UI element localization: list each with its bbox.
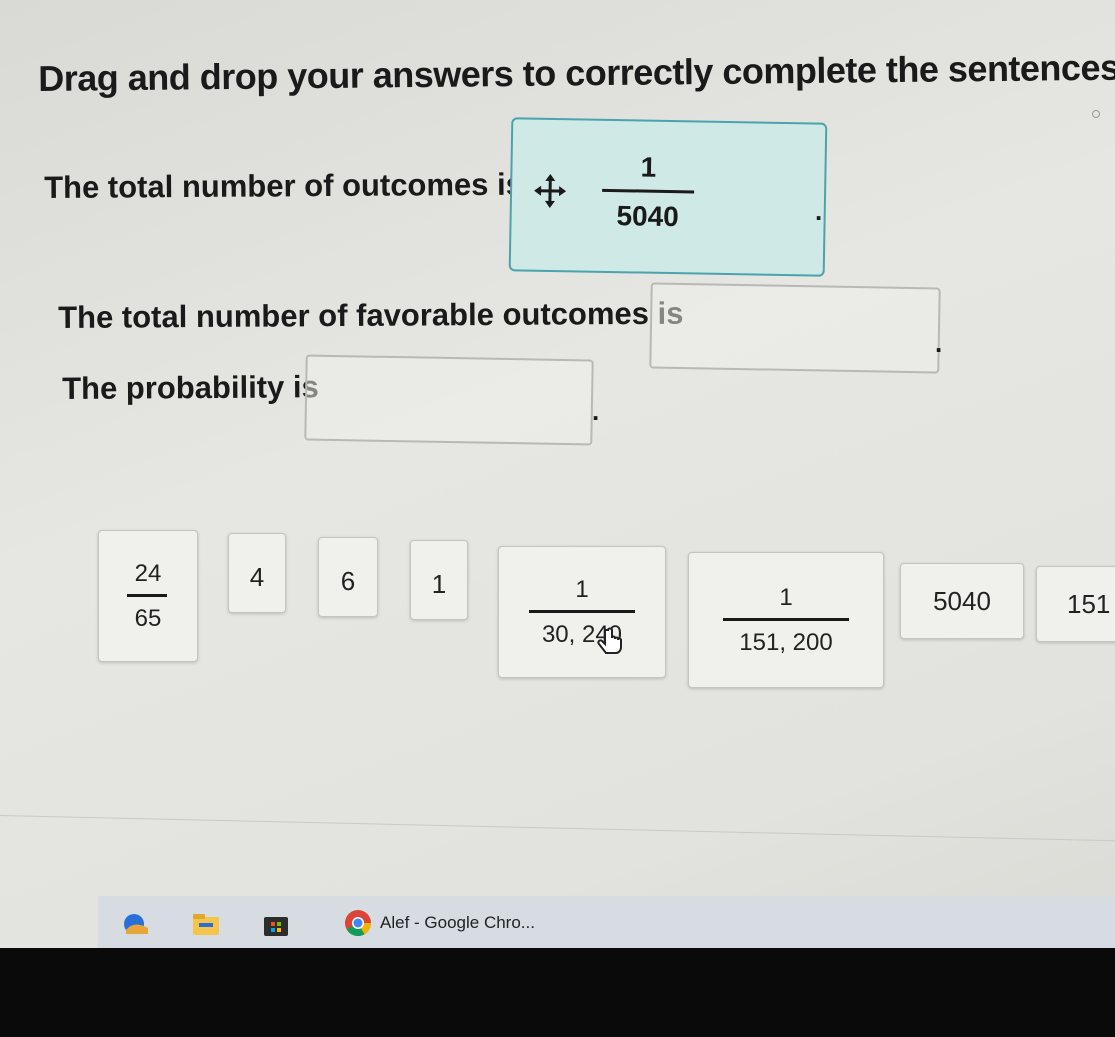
drop-zone-total-outcomes[interactable]: 1 5040 xyxy=(508,117,828,277)
answer-tile-1-151200[interactable]: 1 151, 200 xyxy=(688,552,884,688)
store-icon[interactable] xyxy=(260,908,292,940)
answer-tile-1[interactable]: 1 xyxy=(410,540,468,620)
answer-tile-4[interactable]: 4 xyxy=(228,533,286,613)
sentence-favorable-outcomes: The total number of favorable outcomes i… xyxy=(58,295,684,335)
answer-tile-6[interactable]: 6 xyxy=(318,537,378,617)
tile-numerator: 24 xyxy=(134,559,162,587)
answer-tile-1-30240[interactable]: 1 30, 240 xyxy=(498,546,666,678)
screen-bezel xyxy=(0,948,1115,1037)
chrome-icon xyxy=(345,909,372,936)
tile-denominator: 151, 200 xyxy=(739,628,833,656)
tile-fraction: 24 65 xyxy=(126,559,170,633)
answer-tile-5040[interactable]: 5040 xyxy=(900,563,1024,639)
tile-value: 4 xyxy=(249,562,265,592)
tile-value: 5040 xyxy=(933,585,991,616)
weather-icon[interactable] xyxy=(120,908,152,940)
sentence-probability: The probability is xyxy=(62,369,319,406)
tile-numerator: 1 xyxy=(575,575,589,603)
placed-numerator: 1 xyxy=(640,151,657,183)
sentence-period: . xyxy=(592,396,600,426)
instructions-heading: Drag and drop your answers to correctly … xyxy=(38,46,1115,99)
drop-zone-favorable-outcomes[interactable] xyxy=(649,282,941,374)
sentence-total-outcomes: The total number of outcomes is xyxy=(44,166,524,205)
taskbar-chrome-window[interactable]: Alef - Google Chro... xyxy=(330,896,547,952)
drop-zone-probability[interactable] xyxy=(304,354,594,446)
taskbar-window-label: Alef - Google Chro... xyxy=(380,912,535,932)
tile-fraction: 1 151, 200 xyxy=(723,584,849,657)
indicator-dot xyxy=(1092,110,1100,118)
tile-value: 151 xyxy=(1067,588,1111,619)
sentence-period: . xyxy=(935,328,943,358)
divider xyxy=(0,815,1115,842)
sentence-period: . xyxy=(815,196,823,226)
answer-tile-151[interactable]: 151 xyxy=(1036,566,1115,642)
taskbar: Alef - Google Chro... xyxy=(98,896,1115,952)
tile-numerator: 1 xyxy=(779,583,793,611)
placed-fraction: 1 5040 xyxy=(601,151,695,234)
placed-denominator: 5040 xyxy=(616,200,680,233)
move-arrows-icon[interactable] xyxy=(532,172,569,209)
hand-cursor-icon xyxy=(597,627,622,654)
placed-answer-tile[interactable]: 1 5040 xyxy=(531,150,695,234)
answer-tile-24-65[interactable]: 24 65 xyxy=(98,530,198,662)
tile-value: 6 xyxy=(340,566,356,596)
tile-value: 1 xyxy=(431,569,447,599)
file-explorer-icon[interactable] xyxy=(190,908,222,940)
tile-denominator: 65 xyxy=(134,604,162,632)
